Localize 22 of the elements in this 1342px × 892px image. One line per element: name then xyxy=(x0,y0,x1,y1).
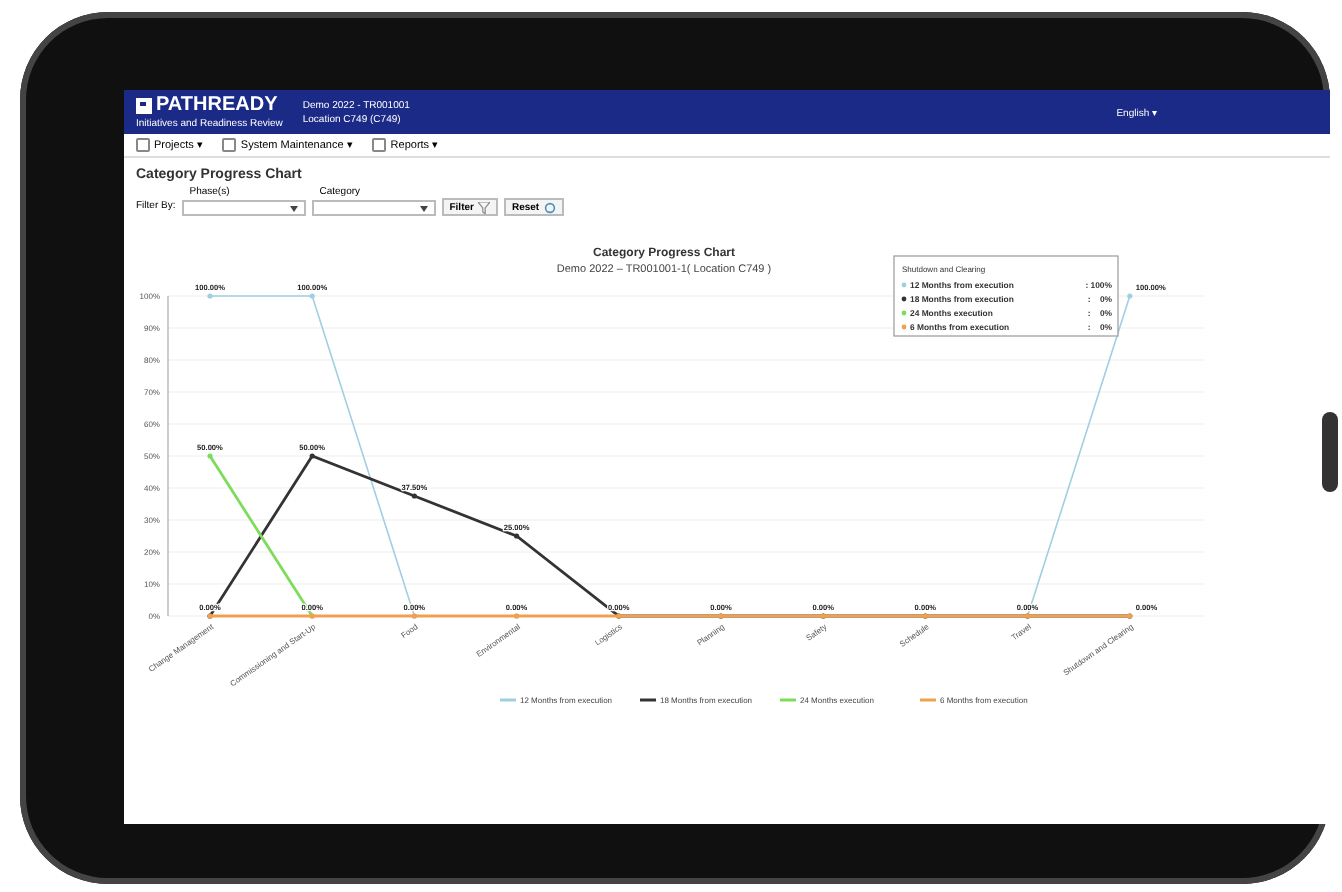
caret-icon xyxy=(419,205,428,211)
menu-icon xyxy=(136,138,150,152)
data-point xyxy=(411,493,417,499)
logo-icon xyxy=(136,97,152,113)
data-point xyxy=(207,453,213,459)
data-point xyxy=(514,533,520,539)
dropdown-field[interactable] xyxy=(181,200,306,216)
data-point xyxy=(1127,293,1133,299)
logo-text: PATHREADY xyxy=(156,94,278,116)
data-point xyxy=(309,293,315,299)
data-point xyxy=(207,293,213,299)
legend-dot xyxy=(901,282,907,288)
menu-icon xyxy=(222,138,237,152)
data-point xyxy=(309,453,315,459)
legend-dot xyxy=(901,296,907,302)
dropdown-field[interactable] xyxy=(311,200,436,216)
caret-icon xyxy=(289,205,298,211)
refresh-icon xyxy=(543,201,556,213)
legend-dot xyxy=(901,310,907,316)
menu-icon xyxy=(372,138,387,152)
legend-dot xyxy=(901,324,907,330)
funnel-icon xyxy=(477,201,490,213)
